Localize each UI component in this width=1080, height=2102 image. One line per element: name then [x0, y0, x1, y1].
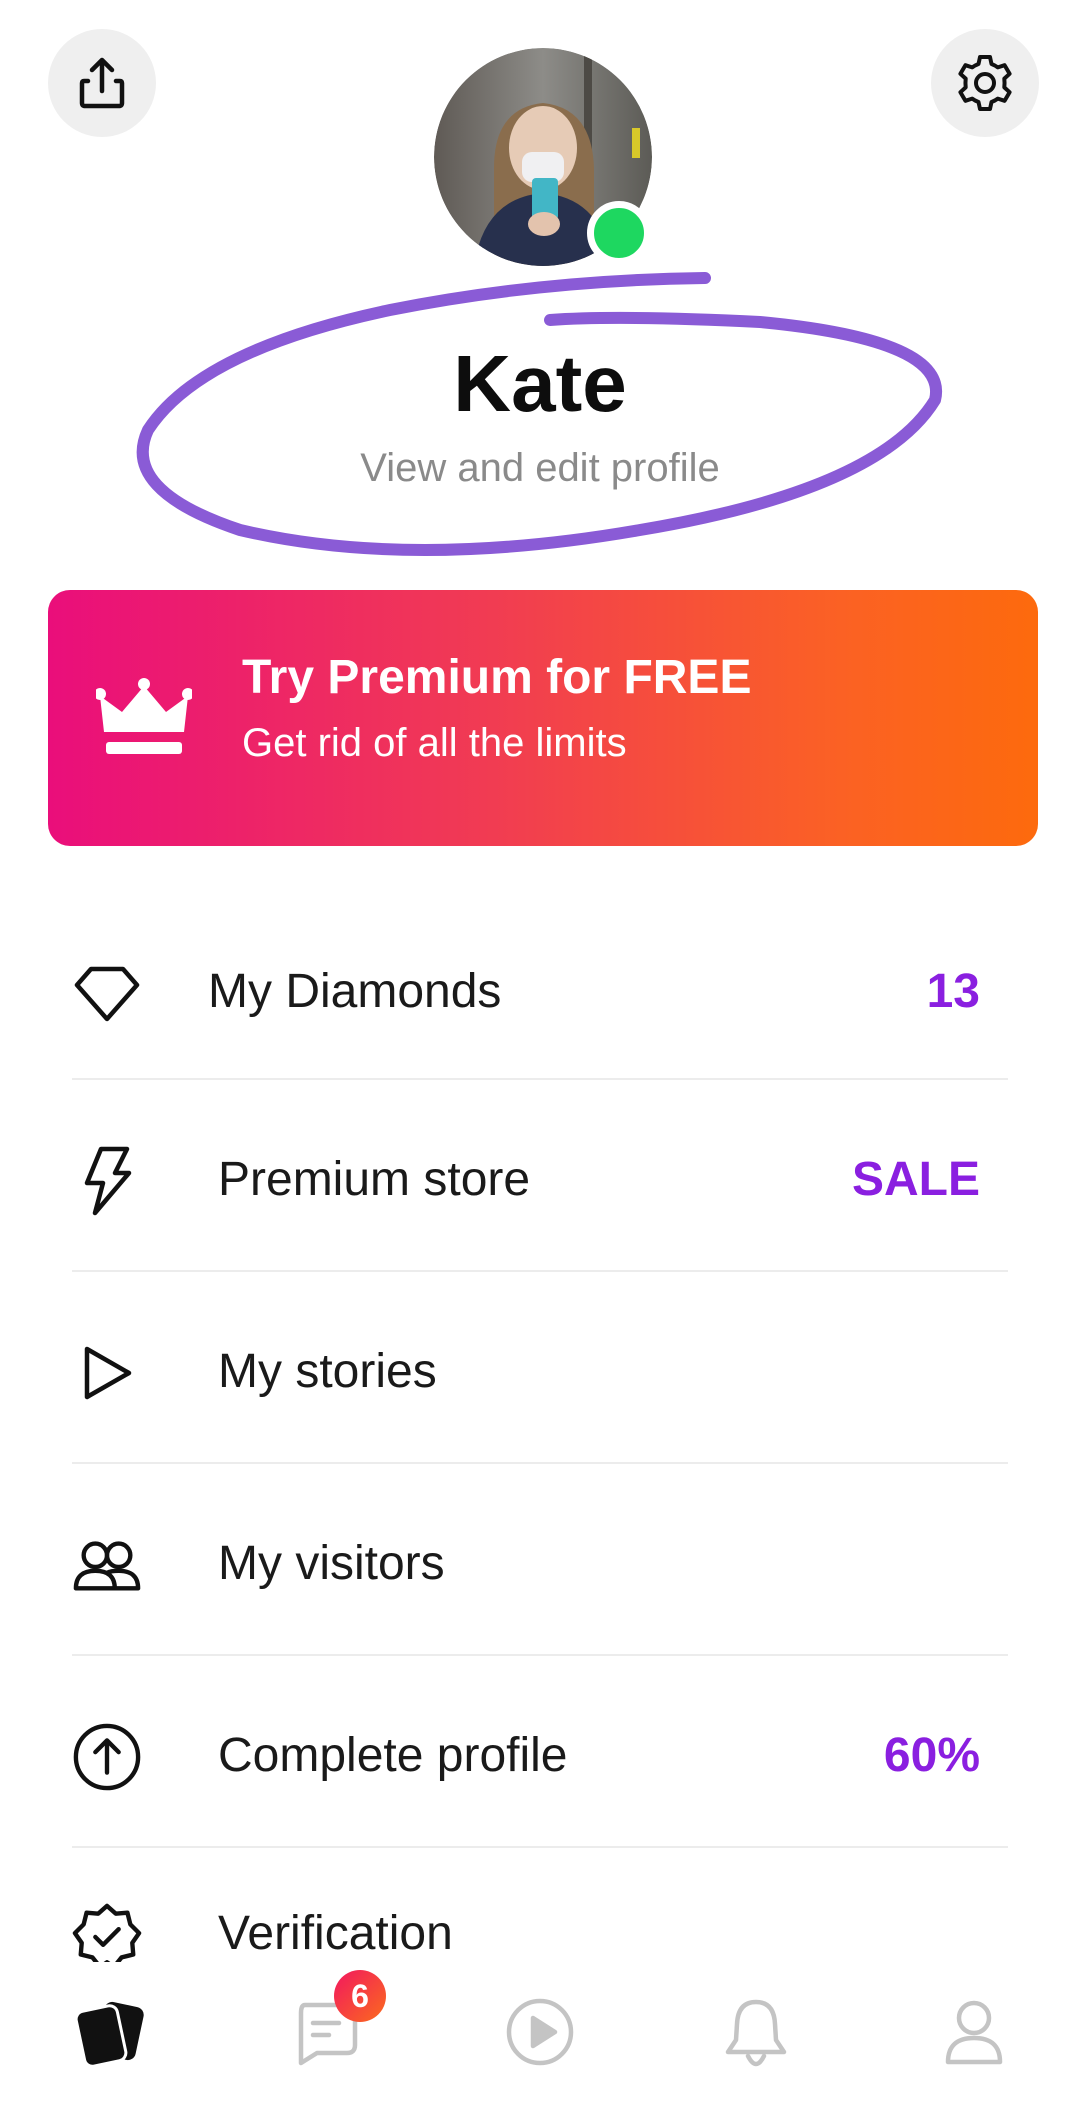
- avatar[interactable]: [434, 48, 652, 266]
- divider: [72, 1270, 1008, 1272]
- bottom-nav: 6: [0, 1962, 1080, 2102]
- diamond-icon: [72, 958, 142, 1028]
- profile-name[interactable]: Kate: [0, 336, 1080, 432]
- profile-completion-value: 60%: [883, 1729, 980, 1782]
- menu-item-label: My visitors: [218, 1537, 445, 1590]
- divider: [72, 1078, 1008, 1080]
- chat-unread-badge: 6: [334, 1970, 386, 2022]
- lightning-icon: [72, 1146, 142, 1216]
- nav-profile[interactable]: [904, 1962, 1044, 2102]
- share-button[interactable]: [48, 29, 156, 137]
- divider: [72, 1654, 1008, 1656]
- menu-item-premium-store[interactable]: Premium store SALE: [0, 1084, 1080, 1276]
- nav-cards[interactable]: [40, 1962, 180, 2102]
- diamond-count: 13: [926, 965, 980, 1018]
- share-icon: [79, 57, 125, 109]
- arrow-up-circle-icon: [72, 1722, 142, 1792]
- menu-item-label: Verification: [218, 1907, 453, 1960]
- cards-icon: [74, 2001, 144, 2068]
- nav-notifications[interactable]: [686, 1962, 826, 2102]
- online-status-dot: [587, 201, 651, 265]
- nav-stories[interactable]: [470, 1962, 610, 2102]
- bell-icon: [725, 1999, 787, 2067]
- divider: [72, 1846, 1008, 1848]
- menu-item-label: My Diamonds: [208, 965, 502, 1018]
- gear-icon: [958, 55, 1012, 111]
- settings-button[interactable]: [931, 29, 1039, 137]
- profile-icon: [945, 2000, 1003, 2065]
- edit-profile-link[interactable]: View and edit profile: [0, 444, 1080, 492]
- play-circle-icon: [506, 1998, 574, 2066]
- menu-item-label: Premium store: [218, 1153, 531, 1206]
- menu-item-my-stories[interactable]: My stories: [0, 1276, 1080, 1468]
- crown-icon: [96, 678, 192, 754]
- menu-item-my-visitors[interactable]: My visitors: [0, 1468, 1080, 1660]
- menu-item-complete-profile[interactable]: Complete profile 60%: [0, 1660, 1080, 1852]
- divider: [72, 1462, 1008, 1464]
- premium-banner[interactable]: Try Premium for FREE Get rid of all the …: [48, 590, 1038, 846]
- premium-banner-subtitle: Get rid of all the limits: [242, 721, 627, 765]
- users-icon: [72, 1530, 142, 1600]
- play-outline-icon: [72, 1338, 142, 1408]
- menu-item-diamonds[interactable]: My Diamonds 13: [0, 896, 1080, 1088]
- menu-item-label: Complete profile: [218, 1729, 568, 1782]
- premium-banner-title: Try Premium for FREE: [242, 651, 752, 704]
- menu-item-label: My stories: [218, 1345, 437, 1398]
- sale-label: SALE: [851, 1153, 980, 1206]
